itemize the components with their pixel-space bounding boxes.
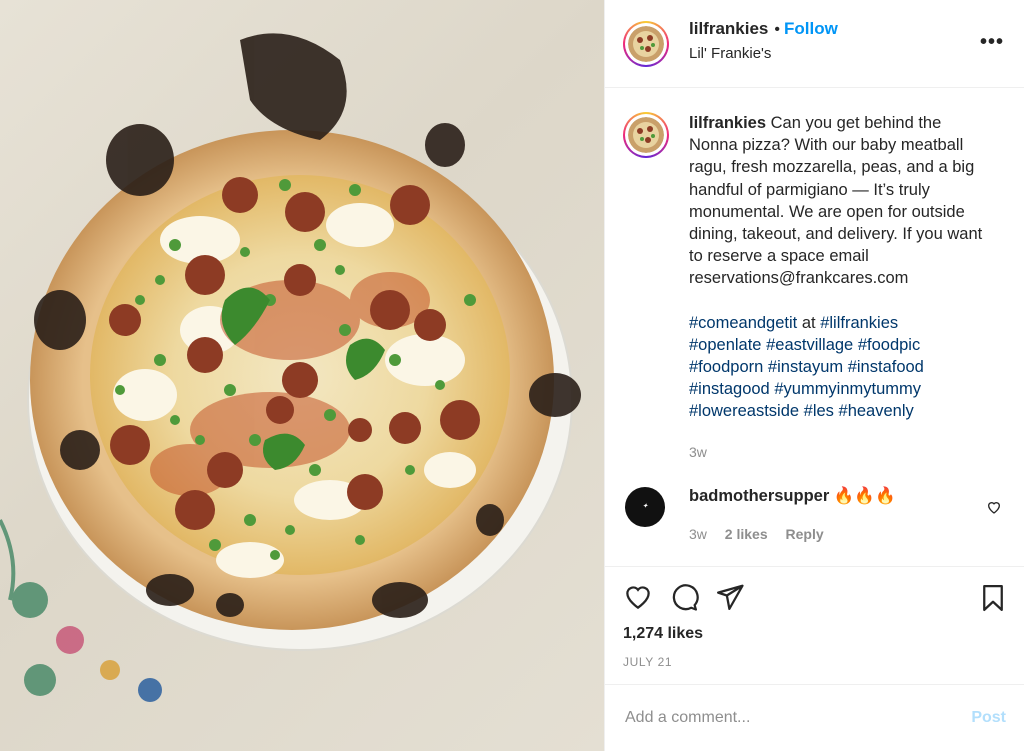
follow-button[interactable]: Follow [784, 19, 838, 38]
comment-icon[interactable] [669, 582, 699, 612]
hashtag[interactable]: #comeandgetit [689, 314, 797, 332]
post-date[interactable]: JULY 21 [623, 655, 1008, 669]
comment-item: ✦ badmothersupper 🔥🔥🔥 3w 2 likes Reply [623, 486, 1006, 542]
hashtag-at: at [801, 313, 816, 332]
hashtag[interactable]: #les [804, 402, 834, 420]
hashtag[interactable]: #heavenly [839, 402, 914, 420]
avatar-image [628, 25, 664, 62]
hashtag[interactable]: #openlate [689, 336, 762, 354]
post-button[interactable]: Post [971, 709, 1006, 727]
add-comment-bar: Add a comment... Post [605, 684, 1024, 751]
comment-username[interactable]: badmothersupper [689, 487, 829, 505]
comment-input[interactable]: Add a comment... [625, 709, 971, 727]
post-header: lilfrankies • Follow Lil' Frankie's ••• [605, 0, 1024, 88]
comment-text: 🔥🔥🔥 [833, 486, 896, 505]
hashtag[interactable]: #foodpic [858, 336, 920, 354]
likes-count[interactable]: 1,274 likes [623, 625, 1008, 643]
bookmark-icon[interactable] [978, 583, 1008, 618]
hashtag[interactable]: #lilfrankies [820, 314, 898, 332]
more-icon[interactable]: ••• [980, 32, 1004, 52]
avatar-image [628, 117, 664, 153]
hashtag[interactable]: #lowereastside [689, 402, 799, 420]
hashtag[interactable]: #instafood [848, 358, 924, 376]
caption-username[interactable]: lilfrankies [689, 114, 766, 132]
header-username[interactable]: lilfrankies [689, 19, 768, 38]
post-side-panel: lilfrankies •Follow Lil' Frankie's ••• [604, 0, 1024, 751]
separator-dot: • [774, 21, 780, 38]
hashtag[interactable]: #foodporn [689, 358, 763, 376]
hashtag[interactable]: #eastvillage [766, 336, 853, 354]
action-bar: 1,274 likes JULY 21 [605, 566, 1024, 684]
pizza-image [0, 33, 581, 702]
hashtags: #comeandgetit at #lilfrankies #openlate … [689, 312, 989, 423]
share-icon[interactable] [715, 582, 745, 612]
heart-icon[interactable] [623, 582, 653, 612]
caption-avatar[interactable] [623, 112, 669, 158]
caption-text: Can you get behind the Nonna pizza? With… [689, 114, 983, 288]
caption-body: lilfrankies Can you get behind the Nonna… [689, 112, 989, 463]
hashtag[interactable]: #instayum [768, 358, 843, 376]
profile-avatar[interactable] [623, 20, 669, 67]
post-photo[interactable] [0, 0, 604, 751]
avatar-logo: ✦ [642, 502, 648, 511]
caption-time[interactable]: 3w [689, 441, 989, 463]
hashtag[interactable]: #instagood [689, 380, 770, 398]
reply-button[interactable]: Reply [786, 526, 824, 542]
comment-time[interactable]: 3w [689, 526, 707, 542]
post-caption: lilfrankies Can you get behind the Nonna… [623, 112, 1006, 463]
commenter-avatar[interactable]: ✦ [625, 486, 665, 527]
comment-like-heart-icon[interactable] [986, 499, 1002, 520]
location-link[interactable]: Lil' Frankie's [689, 45, 838, 62]
comment-likes[interactable]: 2 likes [725, 526, 768, 542]
comments-section: lilfrankies Can you get behind the Nonna… [605, 88, 1024, 566]
hashtag[interactable]: #yummyinmytummy [774, 380, 921, 398]
instagram-post: lilfrankies •Follow Lil' Frankie's ••• [0, 0, 1024, 751]
